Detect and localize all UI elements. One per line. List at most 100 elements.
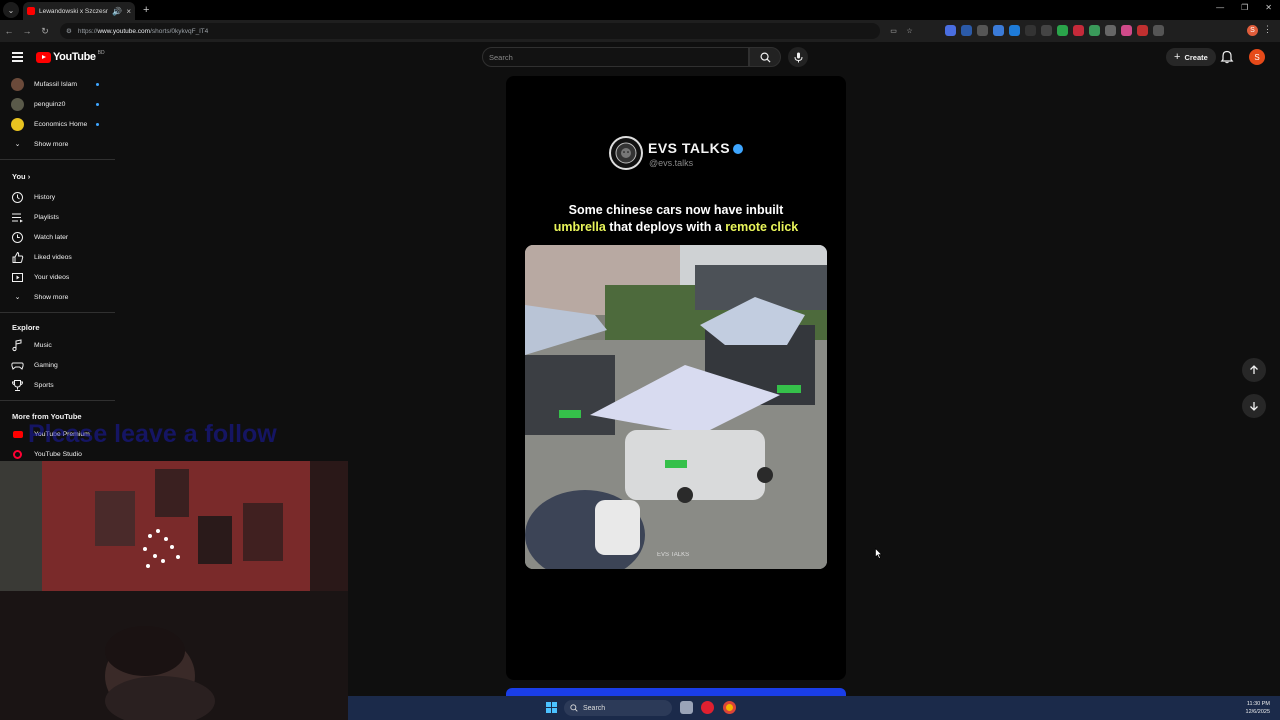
- site-info-icon[interactable]: ⚙: [66, 27, 72, 35]
- maximize-icon[interactable]: ❐: [1241, 3, 1248, 12]
- browser-profile-avatar[interactable]: S: [1247, 25, 1258, 36]
- chevron-down-icon: ⌄: [14, 294, 21, 301]
- divider: [0, 312, 115, 313]
- evs-talks-lion-logo-icon: [609, 136, 643, 170]
- new-tab-button[interactable]: +: [143, 4, 149, 16]
- browser-tab-strip: ⌄ Lewandowski x Szczesny x 🔊 × + — ❐ ✕: [0, 0, 1280, 20]
- browser-toolbar: ← → ↻ ⚙ https://www.youtube.com/shorts/0…: [0, 20, 1280, 42]
- sidebar-item-history[interactable]: History: [0, 188, 118, 206]
- sidebar-item-watch-later[interactable]: Watch later: [0, 228, 118, 246]
- music-icon: [12, 338, 22, 351]
- extension-icon[interactable]: [1041, 25, 1052, 36]
- browser-tab[interactable]: Lewandowski x Szczesny x 🔊 ×: [23, 2, 135, 20]
- browser-menu-icon[interactable]: ⋮: [1263, 24, 1272, 35]
- microphone-icon: [794, 52, 802, 62]
- search-input[interactable]: Search: [482, 47, 749, 67]
- create-button[interactable]: + Create: [1166, 48, 1216, 66]
- sidebar: Mufassil Islam penguinz0 Economics Home …: [0, 72, 118, 472]
- extension-icon[interactable]: [945, 25, 956, 36]
- window-controls: — ❐ ✕: [1216, 3, 1272, 12]
- sidebar-item-subscription[interactable]: Mufassil Islam: [0, 75, 118, 93]
- sidebar-item-your-videos[interactable]: Your videos: [0, 268, 118, 286]
- show-more-button[interactable]: ⌄ Show more: [0, 288, 118, 306]
- video-channel-handle: @evs.talks: [649, 158, 694, 168]
- extension-icon[interactable]: [1025, 25, 1036, 36]
- extension-icon[interactable]: [1073, 25, 1084, 36]
- taskbar-search[interactable]: Search: [564, 700, 672, 716]
- notifications-bell-icon[interactable]: [1220, 50, 1234, 64]
- plus-icon: +: [1174, 51, 1181, 63]
- sidebar-item-gaming[interactable]: Gaming: [0, 356, 118, 374]
- trophy-icon: [11, 379, 24, 391]
- task-view-icon[interactable]: [680, 701, 693, 714]
- stream-overlay-text: Please leave a follow: [28, 420, 277, 448]
- extension-icon[interactable]: [1089, 25, 1100, 36]
- extensions-puzzle-icon[interactable]: [1153, 25, 1164, 36]
- extensions-row: ▭ ☆: [888, 25, 1164, 36]
- tab-title: Lewandowski x Szczesny x: [39, 7, 109, 15]
- chrome-icon[interactable]: [723, 701, 736, 714]
- new-content-dot: [96, 103, 99, 106]
- arrow-up-icon: [1250, 365, 1258, 374]
- cast-icon[interactable]: ▭: [888, 25, 899, 36]
- next-short-button[interactable]: [1242, 394, 1266, 418]
- minimize-icon[interactable]: —: [1216, 3, 1224, 12]
- explore-heading: Explore: [12, 323, 40, 332]
- you-heading[interactable]: You ›: [12, 172, 30, 181]
- watch-later-icon: [12, 231, 23, 243]
- tab-search-icon[interactable]: ⌄: [3, 2, 19, 18]
- extension-icon[interactable]: [977, 25, 988, 36]
- arrow-down-icon: [1250, 402, 1258, 411]
- address-bar[interactable]: ⚙ https://www.youtube.com/shorts/0kykvqF…: [60, 23, 880, 39]
- url-text: https://www.youtube.com/shorts/0kykvqF_l…: [77, 27, 209, 35]
- sidebar-item-liked-videos[interactable]: Liked videos: [0, 248, 118, 266]
- extension-icon[interactable]: [961, 25, 972, 36]
- sidebar-item-music[interactable]: Music: [0, 336, 118, 354]
- hamburger-menu-icon[interactable]: [12, 52, 23, 64]
- tab-audio-icon[interactable]: 🔊: [112, 7, 122, 16]
- youtube-logo[interactable]: YouTube BD: [36, 50, 105, 63]
- search-icon: [760, 52, 771, 63]
- sidebar-item-playlists[interactable]: Playlists: [0, 208, 118, 226]
- verified-badge-icon: [733, 144, 743, 154]
- show-more-button[interactable]: ⌄ Show more: [0, 135, 118, 153]
- video-channel-name: EVS TALKS: [648, 140, 731, 156]
- extension-icon[interactable]: [1105, 25, 1116, 36]
- sidebar-item-subscription[interactable]: Economics Home: [0, 115, 118, 133]
- extension-icon[interactable]: [993, 25, 1004, 36]
- windows-start-icon[interactable]: [546, 702, 557, 713]
- sidebar-item-sports[interactable]: Sports: [0, 376, 118, 394]
- reload-icon[interactable]: ↻: [36, 26, 54, 37]
- extension-icon[interactable]: [1137, 25, 1148, 36]
- bookmark-star-icon[interactable]: ☆: [904, 25, 915, 36]
- search-icon: [570, 704, 578, 712]
- close-tab-icon[interactable]: ×: [126, 7, 131, 16]
- extension-icon[interactable]: [1009, 25, 1020, 36]
- previous-short-button[interactable]: [1242, 358, 1266, 382]
- mouse-cursor-icon: [875, 548, 882, 559]
- channel-avatar: [11, 97, 24, 111]
- like-icon: [12, 251, 24, 263]
- playlists-icon: [12, 213, 23, 222]
- windows-taskbar: Search 11:30 PM 12/6/2025: [348, 696, 1280, 720]
- forward-icon[interactable]: →: [18, 26, 36, 36]
- voice-search-button[interactable]: [788, 47, 808, 67]
- taskbar-clock[interactable]: 11:30 PM 12/6/2025: [1246, 700, 1270, 716]
- account-avatar[interactable]: S: [1249, 49, 1265, 65]
- channel-avatar: [11, 117, 24, 131]
- sidebar-item-subscription[interactable]: penguinz0: [0, 95, 118, 113]
- shorts-video-player[interactable]: EVS TALKS @evs.talks Some chinese cars n…: [506, 76, 846, 680]
- taskbar-app-icon[interactable]: [701, 701, 714, 714]
- divider: [0, 159, 115, 160]
- extension-icon[interactable]: [1057, 25, 1068, 36]
- close-window-icon[interactable]: ✕: [1265, 3, 1272, 12]
- lion-icon: [615, 142, 637, 164]
- search-button[interactable]: [749, 47, 781, 67]
- parking-lot-cars-image: [525, 245, 827, 569]
- video-caption: Some chinese cars now have inbuilt umbre…: [553, 203, 799, 234]
- back-icon[interactable]: ←: [0, 26, 18, 36]
- extension-icon[interactable]: [1121, 25, 1132, 36]
- youtube-premium-icon: [11, 428, 24, 441]
- youtube-play-icon: [36, 51, 51, 63]
